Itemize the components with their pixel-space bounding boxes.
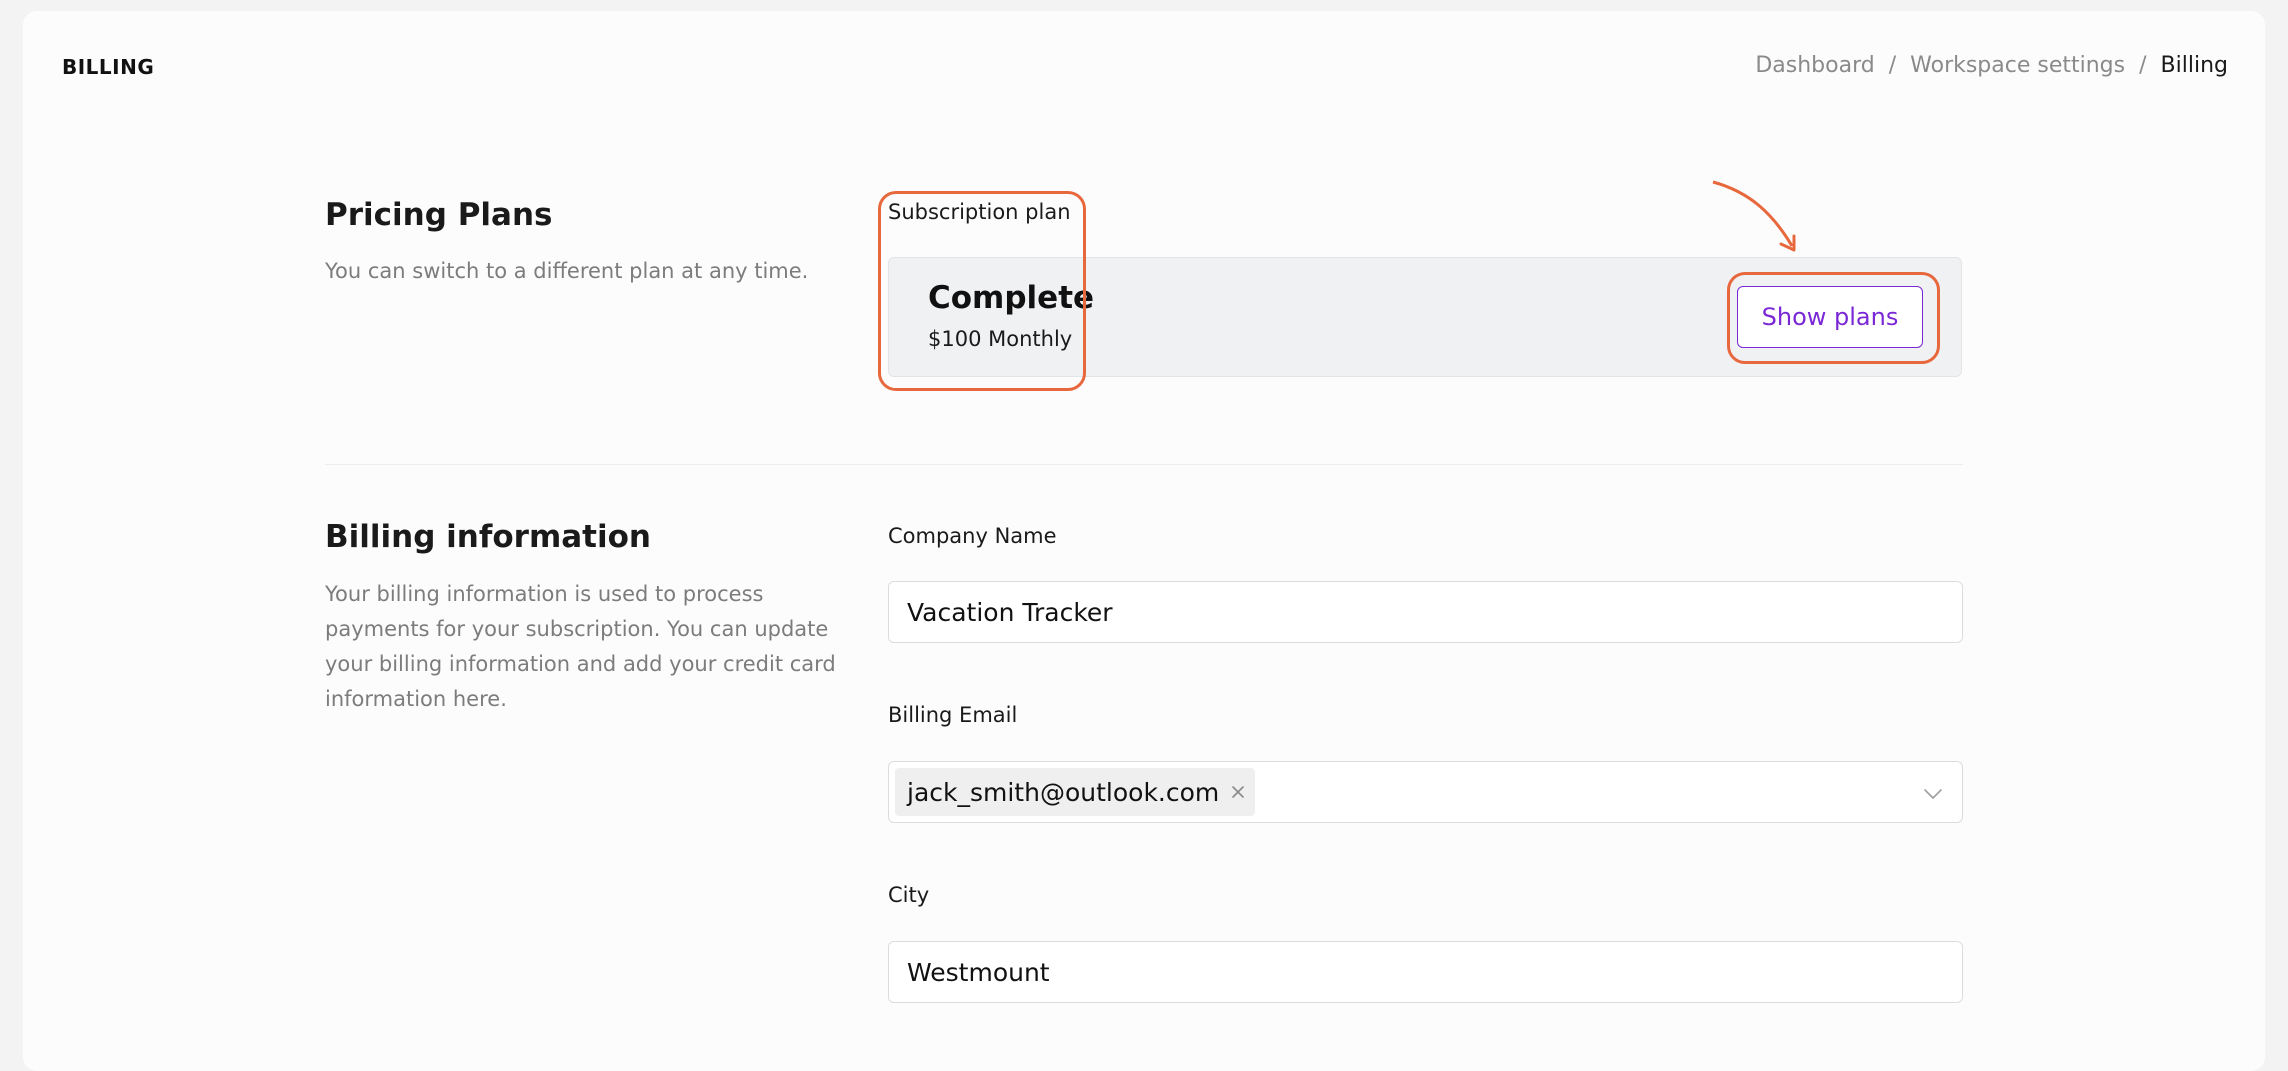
pricing-plans-title: Pricing Plans	[325, 197, 553, 233]
plan-name: Complete	[928, 280, 1095, 316]
email-tag: jack_smith@outlook.com	[895, 768, 1256, 816]
billing-email-select[interactable]: jack_smith@outlook.com	[888, 761, 1963, 823]
subscription-plan-label: Subscription plan	[888, 200, 1071, 224]
plan-price: $100 Monthly	[928, 327, 1073, 351]
breadcrumb-workspace-settings[interactable]: Workspace settings	[1910, 53, 2125, 78]
breadcrumb-separator: /	[2139, 53, 2147, 78]
pricing-plans-description: You can switch to a different plan at an…	[325, 259, 809, 283]
email-tag-text: jack_smith@outlook.com	[907, 777, 1220, 807]
billing-information-title: Billing information	[325, 519, 651, 555]
company-name-label: Company Name	[888, 524, 1057, 548]
show-plans-button[interactable]: Show plans	[1737, 286, 1923, 348]
chevron-down-icon	[1924, 789, 1942, 799]
billing-email-label: Billing Email	[888, 703, 1018, 727]
city-input[interactable]	[888, 941, 1963, 1003]
breadcrumb: Dashboard / Workspace settings / Billing	[1755, 53, 2228, 78]
city-label: City	[888, 883, 930, 907]
section-divider	[325, 464, 1963, 465]
breadcrumb-dashboard[interactable]: Dashboard	[1755, 53, 1874, 78]
billing-information-description: Your billing information is used to proc…	[325, 582, 836, 711]
company-name-input[interactable]	[888, 581, 1963, 643]
page-title: BILLING	[62, 55, 155, 79]
close-icon[interactable]	[1229, 783, 1247, 801]
breadcrumb-separator: /	[1888, 53, 1897, 78]
subscription-plan-card: Complete $100 Monthly Show plans	[888, 257, 1962, 377]
breadcrumb-billing: Billing	[2160, 53, 2228, 78]
